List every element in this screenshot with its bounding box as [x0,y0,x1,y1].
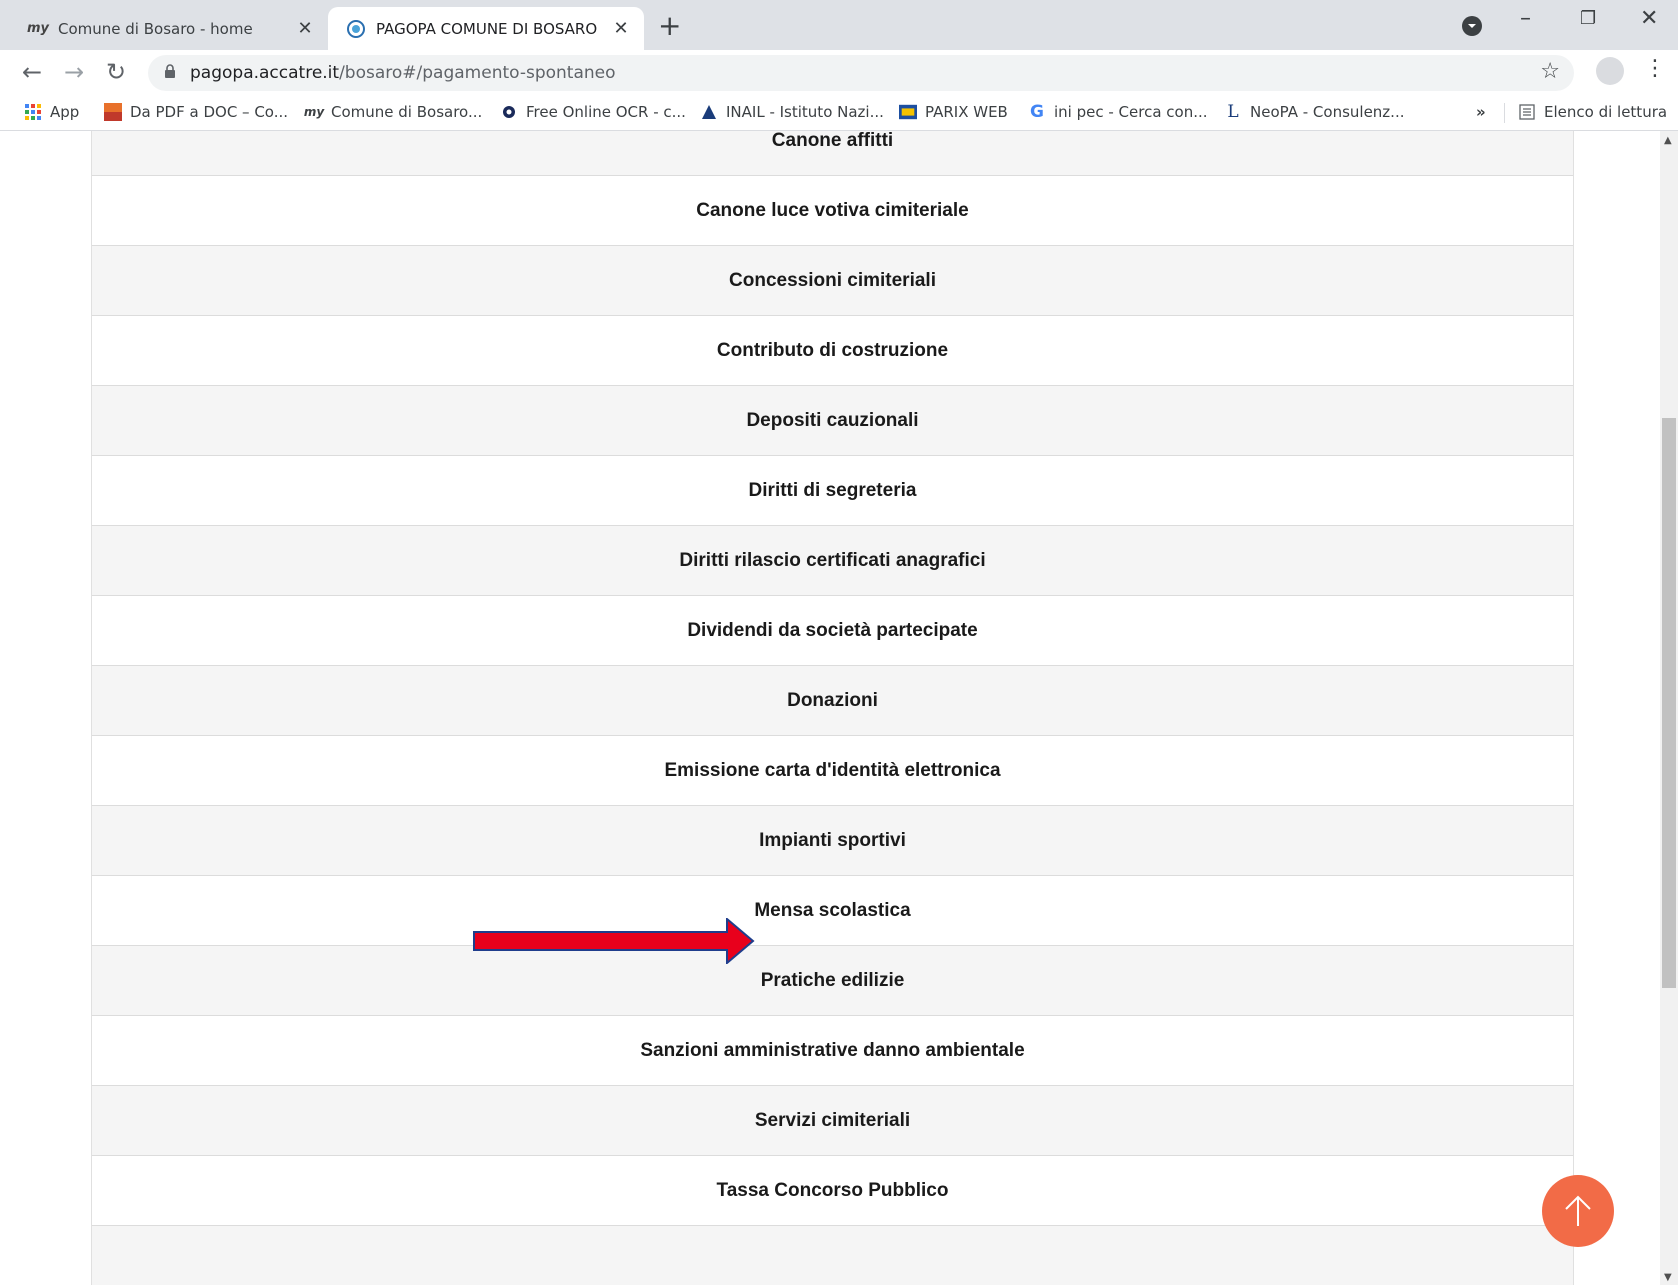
service-row[interactable]: Canone luce votiva cimiteriale [92,176,1573,246]
tab-title: Comune di Bosaro - home [58,19,253,38]
tab-search-icon[interactable] [1462,16,1482,36]
bookmark-label: PARIX WEB [925,103,1008,121]
service-row[interactable]: Diritti rilascio certificati anagrafici [92,526,1573,596]
tab-strip: my Comune di Bosaro - home ✕ PAGOPA COMU… [0,0,1678,50]
bookmark-label: Da PDF a DOC – Co... [130,103,289,121]
close-icon[interactable]: ✕ [610,18,632,39]
reading-list-icon [1518,103,1536,121]
service-label: Emissione carta d'identità elettronica [664,759,1001,781]
bookmark-pdf-doc[interactable]: Da PDF a DOC – Co... [104,103,288,121]
bookmarks-overflow-button[interactable]: » [1476,103,1486,121]
forward-icon[interactable]: → [64,57,84,87]
bookmark-app[interactable]: App [24,103,79,121]
my-favicon-icon: my [26,21,50,36]
arrow-shape [473,918,755,964]
new-tab-button[interactable]: + [658,10,681,42]
service-label: Servizi cimiteriali [754,1109,911,1131]
address-bar[interactable]: pagopa.accatre.it/bosaro#/pagamento-spon… [148,55,1574,91]
scroll-down-icon[interactable]: ▼ [1664,1272,1672,1283]
service-row[interactable]: Emissione carta d'identità elettronica [92,736,1573,806]
service-row[interactable]: Tassa Concorso Pubblico [92,1156,1573,1226]
service-row[interactable]: Impianti sportivi [92,806,1573,876]
service-row[interactable]: Contributo di costruzione [92,316,1573,386]
service-row[interactable]: Diritti di segreteria [92,456,1573,526]
service-label: Concessioni cimiteriali [729,269,936,291]
service-label: Canone affitti [771,131,894,151]
bookmark-label: NeoPA - Consulenz... [1250,103,1405,121]
bookmark-label: Comune di Bosaro... [331,103,483,121]
pagopa-favicon-icon [346,19,366,39]
service-row[interactable]: Sanzioni amministrative danno ambientale [92,1016,1573,1086]
reading-list-button[interactable]: Elenco di lettura [1518,103,1667,121]
restore-icon[interactable]: ❐ [1580,8,1596,29]
service-label: Mensa scolastica [754,899,911,921]
service-label: Tassa Concorso Pubblico [716,1179,949,1201]
service-label: Pratiche edilizie [760,969,905,991]
apps-grid-icon [24,103,42,121]
bookmark-star-icon[interactable]: ☆ [1540,59,1560,84]
minimize-icon[interactable]: – [1520,6,1531,31]
lock-icon [165,64,175,78]
tab-pagopa[interactable]: PAGOPA COMUNE DI BOSARO ✕ [328,7,644,50]
my-favicon-icon: my [303,105,325,119]
service-row[interactable]: Donazioni [92,666,1573,736]
close-window-icon[interactable]: ✕ [1640,6,1658,31]
back-icon[interactable]: ← [22,57,42,87]
bookmark-label: App [50,103,80,121]
service-row[interactable]: Concessioni cimiteriali [92,246,1573,316]
red-arrow-annotation [473,918,755,964]
service-row[interactable] [92,1226,1573,1285]
scroll-up-icon[interactable]: ▲ [1664,135,1672,146]
service-label: Canone luce votiva cimiteriale [696,199,969,221]
menu-icon[interactable]: ⋮ [1644,56,1666,81]
arrow-up-icon [1565,1195,1591,1226]
service-row[interactable]: Pratiche edilizie [92,946,1573,1016]
page-content: Canone affitti Canone luce votiva cimiter… [0,131,1660,1285]
service-label: Contributo di costruzione [716,339,949,361]
bookmark-comune-bosaro[interactable]: my Comune di Bosaro... [303,103,483,121]
service-row[interactable]: Dividendi da società partecipate [92,596,1573,666]
url-text: pagopa.accatre.it/bosaro#/pagamento-spon… [190,63,616,83]
service-label: Dividendi da società partecipate [687,619,978,641]
ocr-icon [500,103,518,121]
neopa-icon: L [1227,102,1239,122]
divider [1504,103,1505,123]
service-row[interactable]: Servizi cimiteriali [92,1086,1573,1156]
service-row[interactable]: Canone affitti [92,131,1573,176]
profile-avatar[interactable] [1596,57,1624,85]
service-row[interactable]: Mensa scolastica [92,876,1573,946]
service-label: Depositi cauzionali [746,409,919,431]
spontaneous-payment-list: Canone affitti Canone luce votiva cimiter… [91,131,1574,1285]
pdf-doc-icon [104,103,122,121]
bookmark-inail[interactable]: INAIL - Istituto Nazi... [700,103,884,121]
vertical-scrollbar[interactable]: ▲ ▼ [1660,131,1678,1285]
parix-icon [899,103,917,121]
google-icon: G [1030,102,1044,122]
reload-icon[interactable]: ↻ [106,57,126,87]
reading-list-label: Elenco di lettura [1544,103,1668,121]
service-label: Impianti sportivi [759,829,906,851]
service-row[interactable]: Depositi cauzionali [92,386,1573,456]
tab-title: PAGOPA COMUNE DI BOSARO [376,19,598,38]
scrollbar-thumb[interactable] [1662,418,1676,988]
bookmark-free-ocr[interactable]: Free Online OCR - c... [500,103,686,121]
bookmarks-bar: App Da PDF a DOC – Co... my Comune di Bo… [0,95,1678,131]
back-to-top-button[interactable] [1542,1175,1614,1247]
bookmark-label: INAIL - Istituto Nazi... [726,103,884,121]
bookmark-label: Free Online OCR - c... [526,103,686,121]
url-path: /bosaro#/pagamento-spontaneo [339,63,616,83]
inail-icon [700,103,718,121]
tab-comune-bosaro[interactable]: my Comune di Bosaro - home ✕ [10,7,328,50]
service-label: Diritti rilascio certificati anagrafici [679,549,986,571]
browser-toolbar: ← → ↻ pagopa.accatre.it/bosaro#/pagament… [0,50,1678,95]
service-label: Donazioni [787,689,878,711]
service-label: Diritti di segreteria [748,479,917,501]
close-icon[interactable]: ✕ [294,18,316,39]
bookmark-ini-pec[interactable]: G ini pec - Cerca con... [1028,102,1208,122]
url-host: pagopa.accatre.it [190,63,340,83]
bookmark-neopa[interactable]: L NeoPA - Consulenz... [1224,102,1405,122]
service-label: Sanzioni amministrative danno ambientale [640,1039,1025,1061]
bookmark-label: ini pec - Cerca con... [1054,103,1208,121]
bookmark-parix[interactable]: PARIX WEB [899,103,1008,121]
